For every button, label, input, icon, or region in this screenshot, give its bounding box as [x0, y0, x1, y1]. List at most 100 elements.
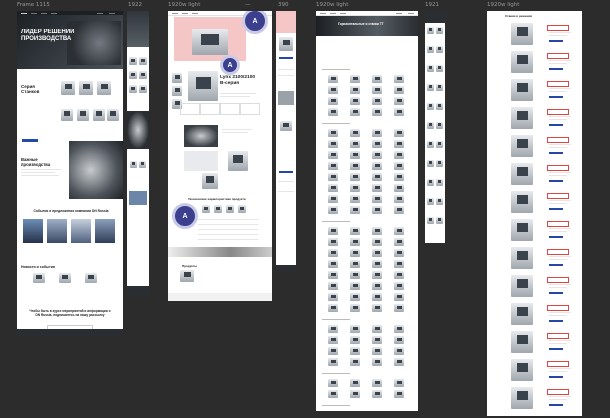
catalog-item[interactable] — [372, 282, 382, 290]
catalog-item[interactable] — [394, 238, 404, 246]
catalog-item[interactable] — [427, 217, 434, 224]
request-button[interactable] — [279, 57, 293, 59]
catalog-item[interactable] — [436, 160, 443, 167]
catalog-item[interactable] — [372, 293, 382, 301]
catalog-item[interactable] — [372, 227, 382, 235]
listing-button[interactable] — [549, 236, 563, 238]
product-thumb[interactable] — [97, 81, 111, 95]
product-thumb[interactable] — [77, 109, 89, 121]
listing-machine-image[interactable] — [511, 247, 533, 269]
frame-product-listing[interactable]: Станки и решения — [487, 11, 582, 416]
catalog-item[interactable] — [394, 129, 404, 137]
listing-button[interactable] — [549, 180, 563, 182]
listing-button[interactable] — [549, 348, 563, 350]
listing-machine-image[interactable] — [511, 135, 533, 157]
catalog-item[interactable] — [350, 293, 360, 301]
catalog-item[interactable] — [427, 160, 434, 167]
catalog-item[interactable] — [394, 184, 404, 192]
catalog-item[interactable] — [436, 122, 443, 129]
catalog-item[interactable] — [350, 195, 360, 203]
catalog-item[interactable] — [328, 347, 338, 355]
catalog-item[interactable] — [372, 390, 382, 398]
catalog-item[interactable] — [394, 97, 404, 105]
listing-button[interactable] — [549, 152, 563, 154]
catalog-item[interactable] — [394, 304, 404, 312]
catalog-item[interactable] — [372, 271, 382, 279]
frame-catalog[interactable]: Горизонтальные и станки TT — [316, 11, 418, 411]
news-thumb[interactable] — [85, 273, 97, 283]
catalog-item[interactable] — [328, 173, 338, 181]
news-thumb[interactable] — [33, 273, 45, 283]
listing-button[interactable] — [549, 124, 563, 126]
listing-machine-image[interactable] — [511, 163, 533, 185]
gallery-thumb[interactable] — [172, 73, 182, 83]
gallery-thumb[interactable] — [172, 86, 182, 96]
catalog-item[interactable] — [328, 227, 338, 235]
listing-machine-image[interactable] — [511, 275, 533, 297]
event-card-image[interactable] — [71, 219, 91, 243]
listing-button[interactable] — [549, 404, 563, 406]
catalog-item[interactable] — [436, 27, 443, 34]
news-thumb[interactable] — [130, 161, 137, 168]
catalog-item[interactable] — [350, 358, 360, 366]
product-thumb[interactable] — [79, 81, 93, 95]
catalog-item[interactable] — [394, 390, 404, 398]
series-more-button[interactable] — [22, 139, 38, 142]
product-thumb[interactable] — [139, 85, 147, 93]
catalog-item[interactable] — [372, 325, 382, 333]
catalog-item[interactable] — [436, 65, 443, 72]
catalog-item[interactable] — [394, 379, 404, 387]
request-button[interactable] — [279, 171, 293, 173]
listing-machine-image[interactable] — [511, 107, 533, 129]
catalog-item[interactable] — [394, 271, 404, 279]
catalog-item[interactable] — [394, 325, 404, 333]
catalog-item[interactable] — [372, 260, 382, 268]
catalog-item[interactable] — [350, 97, 360, 105]
catalog-item[interactable] — [372, 358, 382, 366]
catalog-item[interactable] — [372, 97, 382, 105]
listing-machine-image[interactable] — [511, 51, 533, 73]
catalog-item[interactable] — [350, 282, 360, 290]
listing-button[interactable] — [549, 68, 563, 70]
catalog-item[interactable] — [427, 122, 434, 129]
catalog-item[interactable] — [350, 304, 360, 312]
catalog-item[interactable] — [350, 184, 360, 192]
catalog-item[interactable] — [436, 84, 443, 91]
listing-button[interactable] — [549, 320, 563, 322]
catalog-item[interactable] — [436, 141, 443, 148]
catalog-item[interactable] — [328, 97, 338, 105]
catalog-item[interactable] — [328, 238, 338, 246]
catalog-item[interactable] — [328, 86, 338, 94]
catalog-item[interactable] — [394, 86, 404, 94]
related-product[interactable] — [180, 270, 194, 282]
catalog-item[interactable] — [427, 27, 434, 34]
catalog-item[interactable] — [372, 336, 382, 344]
catalog-item[interactable] — [394, 195, 404, 203]
catalog-item[interactable] — [372, 249, 382, 257]
catalog-item[interactable] — [328, 249, 338, 257]
catalog-item[interactable] — [350, 336, 360, 344]
catalog-item[interactable] — [372, 184, 382, 192]
listing-machine-image[interactable] — [511, 331, 533, 353]
catalog-item[interactable] — [328, 108, 338, 116]
catalog-item[interactable] — [372, 173, 382, 181]
catalog-item[interactable] — [350, 271, 360, 279]
catalog-item[interactable] — [394, 336, 404, 344]
catalog-item[interactable] — [394, 293, 404, 301]
catalog-item[interactable] — [350, 108, 360, 116]
listing-machine-image[interactable] — [511, 303, 533, 325]
catalog-item[interactable] — [372, 129, 382, 137]
catalog-item[interactable] — [350, 86, 360, 94]
catalog-item[interactable] — [372, 195, 382, 203]
frame-product-page[interactable]: Lynx 2100/2100 B-серия Технические харак… — [168, 11, 272, 301]
user-avatar-badge[interactable]: A — [172, 203, 198, 229]
user-avatar-badge[interactable]: A — [242, 11, 268, 34]
catalog-item[interactable] — [394, 347, 404, 355]
catalog-item[interactable] — [328, 293, 338, 301]
catalog-item[interactable] — [394, 249, 404, 257]
product-thumb[interactable] — [129, 57, 137, 65]
catalog-item[interactable] — [350, 379, 360, 387]
catalog-item[interactable] — [328, 162, 338, 170]
catalog-item[interactable] — [328, 336, 338, 344]
listing-button[interactable] — [549, 376, 563, 378]
